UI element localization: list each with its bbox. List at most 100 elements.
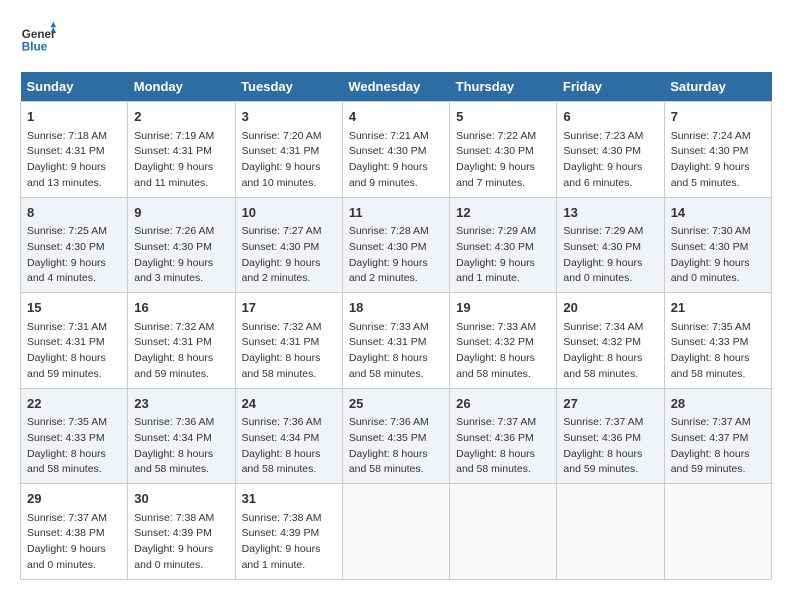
calendar-cell: 21Sunrise: 7:35 AMSunset: 4:33 PMDayligh… <box>664 293 771 389</box>
day-header-tuesday: Tuesday <box>235 72 342 102</box>
day-info: Sunset: 4:38 PM <box>27 526 121 542</box>
calendar-cell: 2Sunrise: 7:19 AMSunset: 4:31 PMDaylight… <box>128 102 235 198</box>
day-info: Sunrise: 7:38 AM <box>242 511 336 527</box>
day-number: 30 <box>134 489 228 509</box>
calendar-cell: 12Sunrise: 7:29 AMSunset: 4:30 PMDayligh… <box>450 197 557 293</box>
day-info: Sunset: 4:30 PM <box>671 240 765 256</box>
day-number: 4 <box>349 107 443 127</box>
day-number: 12 <box>456 203 550 223</box>
day-info: Daylight: 8 hours and 59 minutes. <box>134 351 228 383</box>
day-info: Sunrise: 7:34 AM <box>563 320 657 336</box>
day-number: 11 <box>349 203 443 223</box>
day-info: Sunrise: 7:37 AM <box>27 511 121 527</box>
day-info: Sunset: 4:39 PM <box>134 526 228 542</box>
day-info: Sunset: 4:30 PM <box>671 144 765 160</box>
day-info: Sunrise: 7:32 AM <box>242 320 336 336</box>
day-header-sunday: Sunday <box>21 72 128 102</box>
day-info: Daylight: 9 hours and 9 minutes. <box>349 160 443 192</box>
day-info: Daylight: 9 hours and 2 minutes. <box>349 256 443 288</box>
day-info: Sunset: 4:30 PM <box>563 144 657 160</box>
day-number: 6 <box>563 107 657 127</box>
day-number: 29 <box>27 489 121 509</box>
day-info: Daylight: 9 hours and 2 minutes. <box>242 256 336 288</box>
day-info: Sunrise: 7:36 AM <box>134 415 228 431</box>
day-info: Daylight: 9 hours and 0 minutes. <box>563 256 657 288</box>
day-info: Sunrise: 7:33 AM <box>349 320 443 336</box>
day-number: 1 <box>27 107 121 127</box>
svg-text:Blue: Blue <box>22 41 48 54</box>
day-info: Sunrise: 7:33 AM <box>456 320 550 336</box>
calendar-cell: 9Sunrise: 7:26 AMSunset: 4:30 PMDaylight… <box>128 197 235 293</box>
day-info: Sunset: 4:32 PM <box>563 335 657 351</box>
day-info: Daylight: 9 hours and 10 minutes. <box>242 160 336 192</box>
day-info: Sunset: 4:34 PM <box>242 431 336 447</box>
day-number: 20 <box>563 298 657 318</box>
calendar-cell: 23Sunrise: 7:36 AMSunset: 4:34 PMDayligh… <box>128 388 235 484</box>
day-header-wednesday: Wednesday <box>342 72 449 102</box>
day-number: 24 <box>242 394 336 414</box>
day-number: 13 <box>563 203 657 223</box>
calendar-week-3: 15Sunrise: 7:31 AMSunset: 4:31 PMDayligh… <box>21 293 772 389</box>
calendar-cell: 24Sunrise: 7:36 AMSunset: 4:34 PMDayligh… <box>235 388 342 484</box>
day-info: Sunrise: 7:32 AM <box>134 320 228 336</box>
day-number: 31 <box>242 489 336 509</box>
calendar-cell: 27Sunrise: 7:37 AMSunset: 4:36 PMDayligh… <box>557 388 664 484</box>
calendar-table: SundayMondayTuesdayWednesdayThursdayFrid… <box>20 72 772 580</box>
calendar-cell: 20 Sunrise: 7:34 AMSunset: 4:32 PMDayligh… <box>557 293 664 389</box>
calendar-cell <box>664 484 771 580</box>
day-info: Daylight: 8 hours and 58 minutes. <box>134 447 228 479</box>
calendar-cell: 28Sunrise: 7:37 AMSunset: 4:37 PMDayligh… <box>664 388 771 484</box>
day-info: Sunrise: 7:28 AM <box>349 224 443 240</box>
day-number: 25 <box>349 394 443 414</box>
calendar-week-4: 22Sunrise: 7:35 AMSunset: 4:33 PMDayligh… <box>21 388 772 484</box>
day-number: 19 <box>456 298 550 318</box>
day-number: 9 <box>134 203 228 223</box>
day-number: 23 <box>134 394 228 414</box>
day-info: Sunrise: 7:37 AM <box>671 415 765 431</box>
calendar-cell: 10Sunrise: 7:27 AMSunset: 4:30 PMDayligh… <box>235 197 342 293</box>
day-info: Daylight: 8 hours and 58 minutes. <box>27 447 121 479</box>
day-info: Sunset: 4:30 PM <box>456 240 550 256</box>
calendar-cell: 3Sunrise: 7:20 AMSunset: 4:31 PMDaylight… <box>235 102 342 198</box>
day-info: Daylight: 9 hours and 7 minutes. <box>456 160 550 192</box>
day-info: Sunrise: 7:36 AM <box>242 415 336 431</box>
calendar-cell <box>342 484 449 580</box>
day-info: Sunrise: 7:35 AM <box>27 415 121 431</box>
day-info: Sunrise: 7:31 AM <box>27 320 121 336</box>
calendar-cell: 13Sunrise: 7:29 AMSunset: 4:30 PMDayligh… <box>557 197 664 293</box>
day-header-saturday: Saturday <box>664 72 771 102</box>
day-number: 21 <box>671 298 765 318</box>
day-info: Sunset: 4:31 PM <box>134 335 228 351</box>
day-info: Daylight: 8 hours and 58 minutes. <box>563 351 657 383</box>
day-info: Sunset: 4:33 PM <box>27 431 121 447</box>
day-info: Sunset: 4:35 PM <box>349 431 443 447</box>
day-info: Daylight: 9 hours and 6 minutes. <box>563 160 657 192</box>
day-info: Sunset: 4:30 PM <box>242 240 336 256</box>
day-number: 3 <box>242 107 336 127</box>
day-number: 22 <box>27 394 121 414</box>
calendar-cell: 25Sunrise: 7:36 AMSunset: 4:35 PMDayligh… <box>342 388 449 484</box>
day-info: Daylight: 9 hours and 3 minutes. <box>134 256 228 288</box>
day-info: Daylight: 8 hours and 59 minutes. <box>563 447 657 479</box>
day-info: Sunset: 4:31 PM <box>349 335 443 351</box>
day-info: Sunset: 4:30 PM <box>563 240 657 256</box>
day-header-monday: Monday <box>128 72 235 102</box>
day-info: Sunset: 4:33 PM <box>671 335 765 351</box>
day-info: Daylight: 8 hours and 58 minutes. <box>456 351 550 383</box>
day-info: Sunrise: 7:20 AM <box>242 129 336 145</box>
calendar-cell: 16Sunrise: 7:32 AMSunset: 4:31 PMDayligh… <box>128 293 235 389</box>
day-header-row: SundayMondayTuesdayWednesdayThursdayFrid… <box>21 72 772 102</box>
day-info: Daylight: 9 hours and 5 minutes. <box>671 160 765 192</box>
day-number: 7 <box>671 107 765 127</box>
calendar-cell <box>557 484 664 580</box>
day-number: 27 <box>563 394 657 414</box>
day-info: Daylight: 9 hours and 11 minutes. <box>134 160 228 192</box>
day-info: Sunset: 4:34 PM <box>134 431 228 447</box>
calendar-cell: 1Sunrise: 7:18 AMSunset: 4:31 PMDaylight… <box>21 102 128 198</box>
logo: General Blue <box>20 20 56 56</box>
day-info: Daylight: 8 hours and 58 minutes. <box>671 351 765 383</box>
day-info: Sunset: 4:30 PM <box>456 144 550 160</box>
day-info: Sunrise: 7:29 AM <box>456 224 550 240</box>
day-info: Sunrise: 7:30 AM <box>671 224 765 240</box>
calendar-cell: 4Sunrise: 7:21 AMSunset: 4:30 PMDaylight… <box>342 102 449 198</box>
